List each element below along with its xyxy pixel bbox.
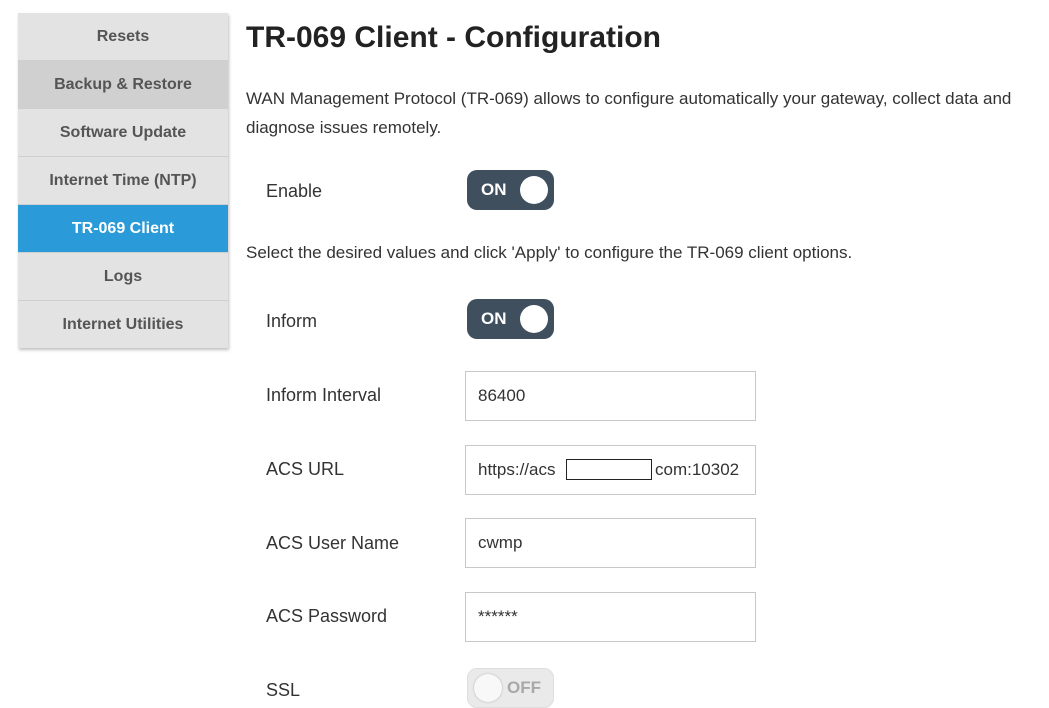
redaction-box [566, 459, 652, 480]
inform-label: Inform [266, 311, 318, 331]
toggle-knob [520, 305, 548, 333]
page-title: TR-069 Client - Configuration [246, 21, 661, 54]
sidebar-item-internet-utilities[interactable]: Internet Utilities [18, 301, 228, 348]
sidebar-item-label: Backup & Restore [54, 76, 192, 93]
inform-interval-input[interactable] [465, 371, 756, 421]
enable-label: Enable [266, 181, 323, 201]
toggle-knob [474, 674, 502, 702]
sidebar-item-label: TR-069 Client [71, 220, 175, 237]
acs-user-name-label: ACS User Name [266, 533, 400, 553]
sidebar-item-logs[interactable]: Logs [18, 253, 228, 301]
sidebar-item-backup-restore[interactable]: Backup & Restore [18, 61, 228, 109]
acs-url-prefix: https://acs [478, 460, 556, 479]
page: Resets Backup & Restore Software Update … [0, 0, 1049, 708]
page-description: WAN Management Protocol (TR-069) allows … [246, 89, 1012, 137]
ssl-toggle[interactable]: OFF [467, 668, 554, 708]
acs-password-input[interactable] [465, 592, 756, 642]
toggle-knob [520, 176, 548, 204]
inform-toggle[interactable]: ON [467, 299, 554, 339]
sidebar-item-label: Resets [96, 28, 150, 45]
acs-user-name-input[interactable] [465, 518, 756, 568]
inform-toggle-state: ON [481, 309, 507, 328]
sidebar-item-tr069-client[interactable]: TR-069 Client [18, 205, 228, 253]
sidebar-item-resets[interactable]: Resets [18, 13, 228, 61]
acs-url-suffix: com:10302 [655, 460, 740, 479]
enable-toggle-state: ON [481, 180, 507, 199]
sidebar: Resets Backup & Restore Software Update … [18, 13, 228, 348]
sidebar-item-label: Software Update [59, 124, 187, 141]
sidebar-item-label: Internet Time (NTP) [49, 172, 197, 189]
ssl-toggle-state: OFF [507, 678, 541, 697]
sidebar-item-internet-time[interactable]: Internet Time (NTP) [18, 157, 228, 205]
sidebar-item-software-update[interactable]: Software Update [18, 109, 228, 157]
ssl-label: SSL [266, 680, 301, 700]
acs-password-label: ACS Password [266, 606, 388, 626]
sidebar-item-label: Logs [103, 268, 143, 285]
acs-url-label: ACS URL [266, 459, 345, 479]
acs-url-input[interactable]: https://acs com:10302 [465, 445, 756, 495]
instructions-text: Select the desired values and click 'App… [246, 243, 853, 262]
enable-toggle[interactable]: ON [467, 170, 554, 210]
sidebar-item-label: Internet Utilities [62, 316, 184, 333]
inform-interval-label: Inform Interval [266, 385, 382, 405]
